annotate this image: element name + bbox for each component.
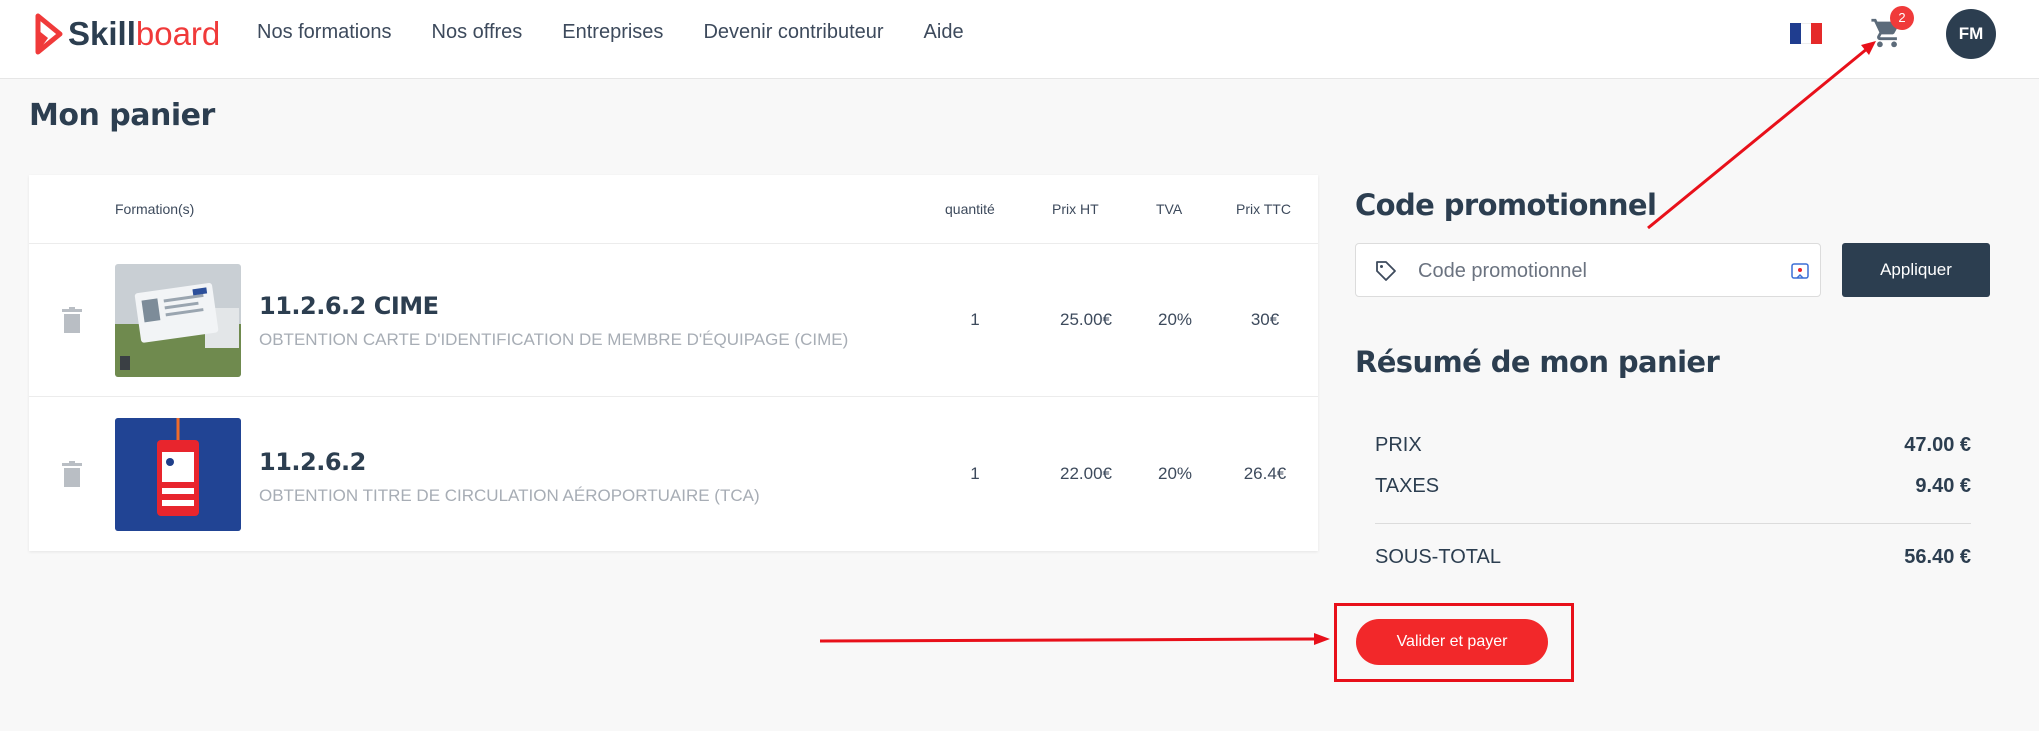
summary-subtotal-label: SOUS-TOTAL (1375, 546, 1501, 568)
summary-taxes-value: 9.40 € (1915, 475, 1971, 497)
trash-icon[interactable] (62, 307, 82, 333)
nav-aide[interactable]: Aide (924, 18, 964, 46)
course-thumbnail (115, 418, 241, 531)
header-prix-ttc: Prix TTC (1236, 201, 1291, 217)
header-tva: TVA (1156, 201, 1183, 217)
cart-count-badge: 2 (1890, 6, 1914, 30)
table-header: Formation(s) quantité Prix HT TVA Prix T… (29, 175, 1318, 244)
summary-taxes-label: TAXES (1375, 475, 1440, 497)
validate-and-pay-button[interactable]: Valider et payer (1356, 619, 1548, 665)
cell-prix-ttc: 30€ (1250, 310, 1280, 329)
page-title: Mon panier (29, 98, 215, 133)
cell-prix-ht: 25.00€ (1060, 310, 1112, 329)
summary-prix-label: PRIX (1375, 434, 1422, 456)
cell-quantite: 1 (970, 464, 980, 483)
brand-part2: board (135, 15, 221, 52)
course-title[interactable]: 11.2.6.2 CIME (259, 292, 439, 320)
promo-input-wrapper (1355, 243, 1821, 297)
summary-subtotal-value: 56.40 € (1904, 546, 1971, 568)
promo-code-input[interactable] (1418, 257, 1778, 285)
header-quantite: quantité (945, 201, 995, 217)
nav-nos-offres[interactable]: Nos offres (432, 18, 523, 46)
course-subtitle: OBTENTION TITRE DE CIRCULATION AÉROPORTU… (259, 486, 760, 505)
trash-icon[interactable] (62, 461, 82, 487)
summary-title: Résumé de mon panier (1355, 345, 1720, 379)
cell-prix-ttc: 26.4€ (1243, 464, 1287, 483)
brand-name: Skillboard (68, 12, 220, 56)
logo[interactable]: Skillboard (34, 12, 220, 56)
cell-tva: 20% (1157, 464, 1193, 483)
header-prix-ht: Prix HT (1052, 201, 1099, 217)
cart-table: Formation(s) quantité Prix HT TVA Prix T… (29, 175, 1318, 551)
nav-entreprises[interactable]: Entreprises (562, 18, 663, 46)
course-thumbnail (115, 264, 241, 377)
summary-prix-value: 47.00 € (1904, 434, 1971, 456)
user-avatar[interactable]: FM (1946, 9, 1996, 59)
promo-title: Code promotionnel (1355, 188, 1657, 222)
table-row: 11.2.6.2 OBTENTION TITRE DE CIRCULATION … (29, 398, 1318, 551)
table-row: 11.2.6.2 CIME OBTENTION CARTE D'IDENTIFI… (29, 244, 1318, 397)
flag-fr-icon[interactable] (1790, 23, 1823, 44)
brand-part1: Skill (68, 15, 136, 52)
nav-devenir-contributeur[interactable]: Devenir contributeur (703, 18, 883, 46)
course-title[interactable]: 11.2.6.2 (259, 448, 366, 476)
tag-icon (1376, 261, 1396, 281)
main-nav: Nos formations Nos offres Entreprises De… (257, 18, 1004, 46)
cell-prix-ht: 22.00€ (1060, 464, 1112, 483)
logo-mark-icon (35, 13, 63, 55)
cell-tva: 20% (1157, 310, 1193, 329)
top-header: Skillboard Nos formations Nos offres Ent… (0, 0, 2039, 79)
extension-icon[interactable] (1790, 261, 1810, 281)
header-formation: Formation(s) (115, 201, 195, 217)
apply-promo-button[interactable]: Appliquer (1842, 243, 1990, 297)
summary-divider (1375, 523, 1971, 524)
course-subtitle: OBTENTION CARTE D'IDENTIFICATION DE MEMB… (259, 330, 849, 349)
cell-quantite: 1 (970, 310, 980, 329)
nav-nos-formations[interactable]: Nos formations (257, 18, 392, 46)
